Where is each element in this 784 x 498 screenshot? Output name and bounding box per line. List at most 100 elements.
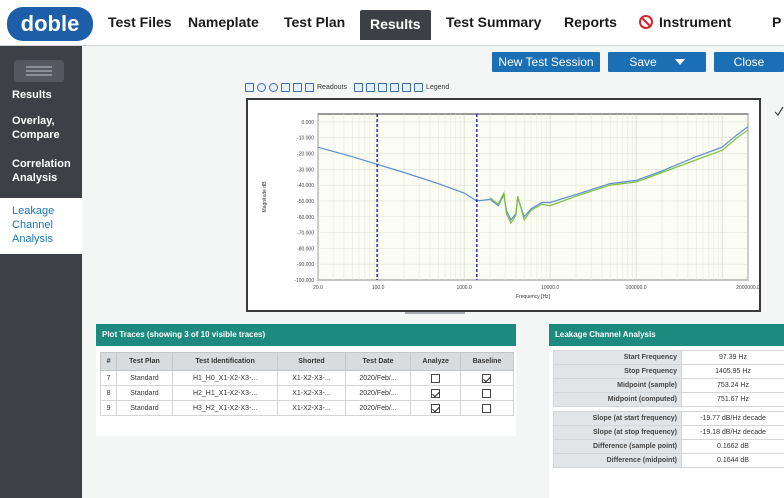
plot-traces-title: Plot Traces (showing 3 of 10 visible tra… [96, 324, 516, 346]
top-nav-bar: doble Test Files Nameplate Test Plan Res… [0, 0, 784, 46]
lca-row: Stop Frequency 1405.95 Hz [553, 364, 784, 379]
lca-value: 1405.95 Hz [681, 364, 784, 379]
plot-traces-table: # Test Plan Test Identification Shorted … [99, 352, 515, 416]
lca-key: Difference (sample point) [553, 439, 682, 454]
x-tick-label: 100000.0 [626, 285, 647, 291]
row-baseline [459, 370, 515, 386]
y-tick-label: -60.000 [297, 215, 314, 221]
row-num: 7 [99, 370, 118, 386]
row-test-identification: H3_H2_X1-X2-X3-... [171, 400, 279, 416]
sidebar-item-correlation-analysis[interactable]: Correlation Analysis [0, 157, 76, 185]
tab-test-files[interactable]: Test Files [108, 14, 172, 30]
y-tick-label: -20.000 [297, 152, 314, 158]
svg-text:doble: doble [21, 11, 80, 36]
readouts-icon[interactable] [305, 82, 314, 92]
baseline-checkbox[interactable] [482, 388, 492, 398]
analyze-checkbox[interactable] [431, 388, 441, 398]
zoom-out-icon[interactable] [269, 82, 278, 92]
print-preview-icon[interactable] [389, 82, 399, 92]
col-header-test-plan[interactable]: Test Plan [116, 352, 173, 371]
y-tick-label: -100.000 [294, 278, 314, 284]
print-icon[interactable] [377, 82, 387, 92]
lca-value: 0.1662 dB [681, 439, 784, 454]
tab-instrument[interactable]: Instrument [639, 14, 731, 30]
save-image-icon[interactable] [365, 82, 375, 92]
lca-value: -19.77 dB/Hz decade [681, 411, 784, 426]
table-row[interactable]: 7 Standard H1_H0_X1-X2-X3-... X1-X2-X3-.… [99, 370, 515, 386]
marker-add-icon[interactable] [281, 82, 290, 92]
lca-key: Slope (at start frequency) [553, 411, 682, 426]
plot-traces-panel: Plot Traces (showing 3 of 10 visible tra… [96, 324, 516, 436]
analyze-checkbox[interactable] [431, 373, 441, 383]
tab-overflow[interactable]: P [772, 14, 781, 30]
baseline-checkbox[interactable] [482, 403, 492, 413]
tab-reports[interactable]: Reports [564, 14, 617, 30]
chart-canvas[interactable]: 0.000 -10.000 -20.000 -30.000 -40.000 -50.000… [248, 100, 760, 310]
lca-row: Slope (at stop frequency) -19.18 dB/Hz de… [553, 425, 784, 440]
col-header-test-date[interactable]: Test Date [344, 352, 412, 371]
readouts-label[interactable]: Readouts [317, 84, 347, 91]
col-header-analyze[interactable]: Analyze [410, 352, 461, 371]
sidebar-collapse-handle[interactable] [14, 60, 64, 82]
row-analyze [410, 385, 461, 401]
row-num: 8 [99, 385, 118, 401]
chevron-down-icon[interactable] [674, 59, 685, 65]
sidebar-item-results[interactable]: Results [0, 88, 82, 102]
zoom-in-icon[interactable] [257, 82, 266, 92]
tab-test-summary[interactable]: Test Summary [446, 14, 541, 30]
leakage-channel-analysis-panel: Leakage Channel Analysis Start Frequency… [549, 324, 784, 498]
y-tick-label: -40.000 [297, 183, 314, 189]
lca-row: Difference (sample point) 0.1662 dB [553, 439, 784, 454]
legend-label[interactable]: Legend [426, 84, 449, 91]
lca-key: Midpoint (computed) [553, 392, 682, 407]
lca-value: -19.18 dB/Hz decade [681, 425, 784, 440]
legend-icon[interactable] [413, 82, 423, 92]
y-tick-label: -50.000 [297, 199, 314, 205]
tab-nameplate[interactable]: Nameplate [188, 14, 259, 30]
sidebar-item-overlay-compare[interactable]: Overlay, Compare [0, 114, 72, 142]
lca-value: 753.24 Hz [681, 378, 784, 393]
tab-instrument-label: Instrument [659, 14, 732, 30]
prohibited-icon [639, 15, 653, 29]
row-test-plan: Standard [116, 370, 173, 386]
col-header-num[interactable]: # [99, 352, 118, 371]
row-test-date: 2020/Feb/... [344, 370, 412, 386]
row-shorted: X1-X2-X3-... [277, 370, 346, 386]
row-baseline [459, 385, 515, 401]
page-setup-icon[interactable] [401, 82, 411, 92]
col-header-baseline[interactable]: Baseline [459, 352, 515, 371]
tab-results[interactable]: Results [360, 10, 431, 40]
zoom-box-icon[interactable] [245, 82, 254, 92]
table-row[interactable]: 8 Standard H2_H1_X1-X2-X3-... X1-X2-X3-.… [99, 385, 515, 401]
lca-row: Start Frequency 97.39 Hz [553, 350, 784, 365]
x-tick-label: 2000000.0 [736, 285, 759, 291]
save-button[interactable]: Save [608, 52, 706, 72]
row-test-identification: H1_H0_X1-X2-X3-... [171, 370, 279, 386]
plot-area [317, 113, 749, 281]
baseline-checkbox[interactable] [482, 373, 492, 383]
plot-toolbar: Readouts Legend [245, 79, 453, 95]
col-header-test-identification[interactable]: Test Identification [171, 352, 279, 371]
x-tick-label: 100.0 [372, 285, 385, 291]
lca-value: 97.39 Hz [681, 350, 784, 365]
row-test-date: 2020/Feb/... [344, 400, 412, 416]
lca-row: Midpoint (computed) 751.67 Hz [553, 392, 784, 407]
lca-key: Difference (midpoint) [553, 453, 682, 468]
marker-remove-icon[interactable] [293, 82, 302, 92]
tab-test-plan[interactable]: Test Plan [284, 14, 345, 30]
sidebar-item-leakage-channel-analysis[interactable]: Leakage Channel Analysis [0, 198, 82, 254]
y-tick-label: 0.000 [301, 120, 314, 126]
row-test-identification: H2_H1_X1-X2-X3-... [171, 385, 279, 401]
table-row[interactable]: 9 Standard H3_H2_X1-X2-X3-... X1-X2-X3-.… [99, 400, 515, 416]
analyze-checkbox[interactable] [431, 403, 441, 413]
col-header-shorted[interactable]: Shorted [277, 352, 346, 371]
panel-splitter[interactable] [405, 311, 465, 315]
new-test-session-button[interactable]: New Test Session [492, 52, 600, 72]
row-test-plan: Standard [116, 400, 173, 416]
y-tick-label: -70.000 [297, 231, 314, 237]
row-shorted: X1-X2-X3-... [277, 400, 346, 416]
row-analyze [410, 370, 461, 386]
doble-logo[interactable]: doble [6, 6, 94, 42]
close-button[interactable]: Close [714, 52, 784, 72]
copy-icon[interactable] [353, 82, 363, 92]
